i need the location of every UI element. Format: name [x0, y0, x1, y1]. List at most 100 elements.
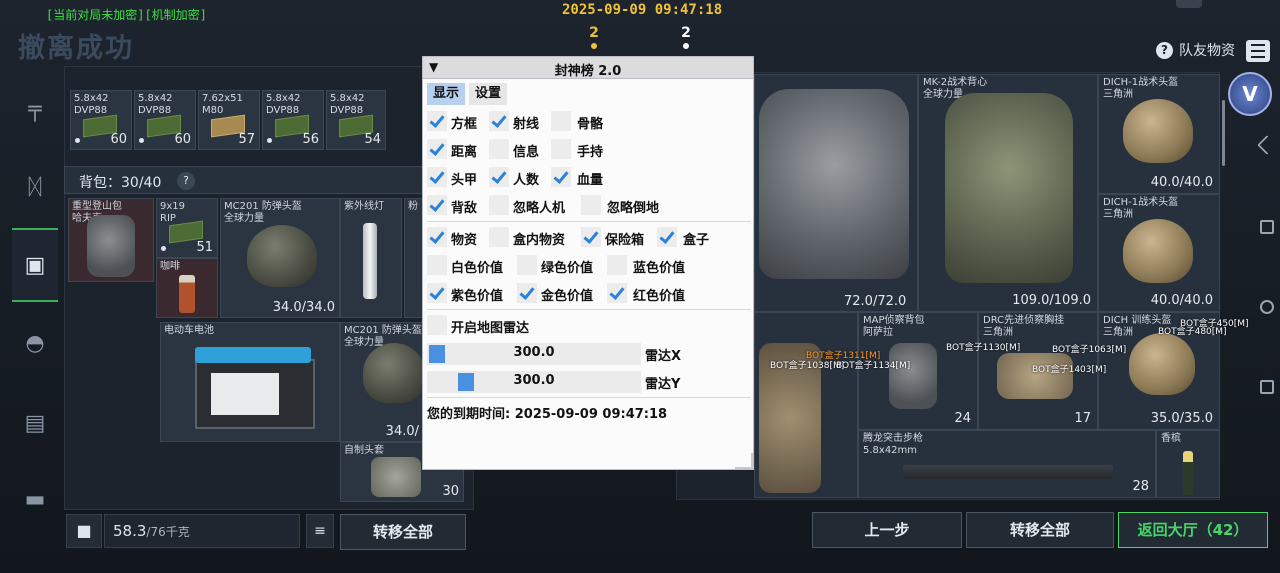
- checkbox-label: 绿色价值: [541, 261, 594, 276]
- item-slot[interactable]: DICH-1战术头盔 三角洲 40.0/40.0: [1098, 74, 1220, 194]
- home-square-icon[interactable]: [1260, 220, 1274, 234]
- item-slot[interactable]: 紫外线灯: [340, 198, 402, 318]
- scrollbar[interactable]: [1222, 100, 1225, 166]
- checkbox-info[interactable]: [489, 139, 509, 159]
- checkbox-gold-value[interactable]: [517, 283, 537, 303]
- item-slot[interactable]: 9x19 RIP 51: [156, 198, 218, 258]
- battery-icon: [195, 347, 315, 429]
- item-slot[interactable]: 咖啡: [156, 258, 218, 318]
- item-slot[interactable]: DICH-1战术头盔 三角洲 40.0/40.0: [1098, 194, 1220, 312]
- item-name: 香槟: [1161, 433, 1181, 444]
- safe-box-icon[interactable]: ▣: [12, 228, 58, 302]
- back-button[interactable]: 上一步: [812, 512, 962, 548]
- overlay-menu-titlebar[interactable]: ▼ 封神榜 2.0: [423, 57, 753, 79]
- help-icon[interactable]: ?: [1156, 41, 1173, 59]
- checkbox-blue-value[interactable]: [607, 255, 627, 275]
- help-icon[interactable]: ?: [177, 172, 195, 190]
- checkbox-held[interactable]: [551, 139, 571, 159]
- checkbox-box[interactable]: [427, 111, 447, 131]
- system-nav-strip: [1252, 120, 1280, 550]
- teammate-items-button[interactable]: ? 队友物资: [1156, 40, 1235, 60]
- checkbox-line[interactable]: [489, 111, 509, 131]
- recent-apps-icon[interactable]: [1260, 380, 1274, 394]
- transfer-all-left-button[interactable]: 转移全部: [340, 514, 466, 550]
- resize-grip-icon[interactable]: [735, 453, 753, 469]
- bottle-icon: [179, 275, 195, 313]
- checkbox-label: 方框: [451, 117, 478, 132]
- checkbox-ignore-downed[interactable]: [581, 195, 601, 215]
- ammo-name: 7.62x51 M80: [202, 93, 243, 116]
- ammo-slot[interactable]: 5.8x42 DVP88 60: [70, 90, 132, 150]
- checkbox-label: 蓝色价值: [633, 261, 686, 276]
- home-circle-icon[interactable]: [1260, 300, 1274, 314]
- ammo-slot[interactable]: 7.62x51 M80 57: [198, 90, 260, 150]
- case-icon[interactable]: ▬: [12, 478, 58, 520]
- checkbox-ignore-bots[interactable]: [489, 195, 509, 215]
- item-slot[interactable]: 重型登山包 哈夫克: [68, 198, 154, 282]
- avatar[interactable]: V: [1228, 72, 1272, 116]
- item-count: 17: [1074, 411, 1091, 426]
- lock-icon[interactable]: ■: [66, 514, 102, 548]
- esp-label: BOT盒子1038[M]: [770, 361, 845, 371]
- item-slot[interactable]: 香槟: [1156, 430, 1220, 498]
- item-durability: 34.0/: [385, 424, 419, 439]
- checkbox-label: 红色价值: [633, 289, 686, 304]
- checkbox-box-loot[interactable]: [489, 227, 509, 247]
- checkbox-red-value[interactable]: [607, 283, 627, 303]
- item-slot[interactable]: MC201 防弹头盔 全球力量 34.0/34.0: [220, 198, 340, 318]
- ammo-slot[interactable]: 5.8x42 DVP88 56: [262, 90, 324, 150]
- checkbox-skeleton[interactable]: [551, 111, 571, 131]
- armor-icon[interactable]: ᛞ: [12, 166, 58, 208]
- item-name: DICH-1战术头盔 三角洲: [1103, 197, 1179, 220]
- item-slot[interactable]: MAP侦察背包 阿萨拉 24: [858, 312, 978, 430]
- item-durability: 34.0/34.0: [272, 300, 335, 315]
- item-name: 粉: [408, 201, 418, 212]
- ammo-slot[interactable]: 5.8x42 DVP88 54: [326, 90, 386, 150]
- item-slot[interactable]: 腾龙突击步枪 5.8x42mm 28: [858, 430, 1156, 498]
- expiry-time: 您的到期时间: 2025-09-09 09:47:18: [427, 407, 668, 422]
- tab-settings[interactable]: 设置: [469, 83, 508, 105]
- checkbox-loot[interactable]: [427, 227, 447, 247]
- checkbox-map-radar[interactable]: [427, 315, 447, 335]
- slider-value: 300.0: [513, 345, 555, 360]
- return-lobby-button[interactable]: 返回大厅（42）: [1118, 512, 1268, 548]
- checkbox-green-value[interactable]: [517, 255, 537, 275]
- radar-y-slider[interactable]: 300.0: [427, 371, 641, 393]
- weight-value: 58.3: [113, 522, 147, 540]
- checkbox-behind-enemy[interactable]: [427, 195, 447, 215]
- list-view-icon[interactable]: ≡: [306, 514, 334, 548]
- checkbox-label: 盒内物资: [513, 233, 566, 248]
- checkbox-helmet-armor[interactable]: [427, 167, 447, 187]
- ammo-name: 5.8x42 DVP88: [266, 93, 301, 116]
- item-slot[interactable]: MK-2战术背心 全球力量 109.0/109.0: [918, 74, 1098, 312]
- ammo-slot[interactable]: 5.8x42 DVP88 60: [134, 90, 196, 150]
- top-pull-tab[interactable]: [1176, 0, 1202, 8]
- item-slot[interactable]: MC201 防弹头盔 全球力量 34.0/: [340, 322, 424, 442]
- item-slot[interactable]: [754, 312, 858, 498]
- checkbox-safe[interactable]: [581, 227, 601, 247]
- weapon-icon[interactable]: ╤: [12, 88, 58, 130]
- tab-display[interactable]: 显示: [427, 83, 466, 105]
- item-slot[interactable]: 电动车电池: [160, 322, 340, 442]
- backpack-icon[interactable]: ◓: [12, 322, 58, 364]
- checkbox-purple-value[interactable]: [427, 283, 447, 303]
- item-name: DICH-1战术头盔 三角洲: [1103, 77, 1179, 100]
- back-arrow-icon[interactable]: [1257, 135, 1277, 155]
- list-menu-icon[interactable]: [1246, 40, 1270, 62]
- checkbox-label: 信息: [513, 145, 540, 160]
- item-slot[interactable]: 粉: [404, 198, 424, 318]
- item-count: 51: [196, 240, 213, 255]
- vest-icon[interactable]: ▤: [12, 402, 58, 444]
- checkbox-label: 开启地图雷达: [451, 321, 530, 336]
- radar-x-slider[interactable]: 300.0: [427, 343, 641, 365]
- ammo-count: 56: [302, 132, 319, 147]
- item-name: 咖啡: [160, 261, 180, 272]
- checkbox-white-value[interactable]: [427, 255, 447, 275]
- checkbox-label: 手持: [577, 145, 604, 160]
- checkbox-distance[interactable]: [427, 139, 447, 159]
- checkbox-health[interactable]: [551, 167, 571, 187]
- checkbox-player-count[interactable]: [489, 167, 509, 187]
- item-slot[interactable]: [754, 74, 918, 312]
- transfer-all-right-button[interactable]: 转移全部: [966, 512, 1114, 548]
- checkbox-crate[interactable]: [657, 227, 677, 247]
